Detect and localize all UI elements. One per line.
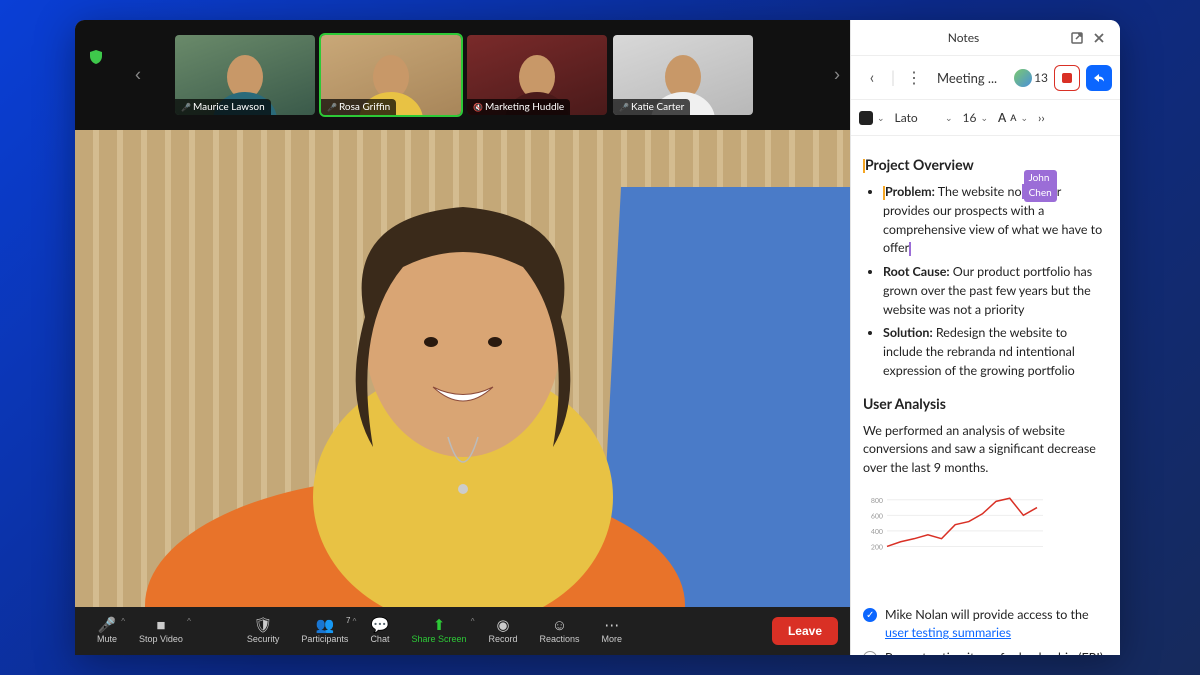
heading-user-analysis: User Analysis (863, 393, 1108, 414)
chat-button[interactable]: 💬Chat (360, 614, 399, 648)
stop-video-button[interactable]: ■Stop Video^ (129, 614, 193, 648)
doc-body[interactable]: Project Overview Problem: The website no… (851, 136, 1120, 655)
encryption-shield-icon (90, 50, 102, 67)
security-button[interactable]: 🛡Security (237, 614, 290, 648)
speaker-figure (223, 137, 703, 607)
doc-title[interactable]: Meeting ... (933, 70, 1008, 86)
task-link[interactable]: user testing summaries (885, 625, 1011, 640)
active-speaker-video[interactable] (75, 130, 850, 607)
collaborator-cursor-tag: John Chen (1024, 170, 1057, 202)
bullet-item: Solution: Redesign the website to includ… (883, 324, 1108, 380)
svg-text:200: 200 (871, 543, 883, 551)
task-checkbox[interactable] (863, 651, 877, 655)
meeting-controls: 🎤Mute^ ■Stop Video^ 🛡Security 👥Participa… (75, 607, 850, 655)
overview-bullet-list: Problem: The website noJohn Chen longer … (863, 183, 1108, 381)
task-item: Present action items for leadership (FRI… (863, 649, 1108, 655)
share-screen-button[interactable]: ⬆Share Screen^ (401, 614, 476, 648)
back-button[interactable]: ‹ (859, 65, 885, 91)
format-overflow-icon[interactable]: ›› (1038, 110, 1045, 125)
participant-thumbnail[interactable]: Katie Carter (613, 35, 753, 115)
participant-thumbnail[interactable]: Rosa Griffin (321, 35, 461, 115)
task-checkbox[interactable] (863, 608, 877, 622)
notes-panel: Notes ‹ | ⋮ Meeting ... 13 ⌄ Lato⌄ (850, 20, 1120, 655)
share-doc-button[interactable] (1086, 65, 1112, 91)
conversion-chart: 200 400 600 800 (863, 486, 1043, 586)
thumbnail-name-label: Rosa Griffin (321, 99, 396, 115)
svg-text:400: 400 (871, 528, 883, 536)
svg-text:800: 800 (871, 497, 883, 505)
font-size-select[interactable]: 16⌄ (963, 110, 988, 125)
bullet-item: Problem: The website noJohn Chen longer … (883, 183, 1108, 258)
thumbnail-name-label: Marketing Huddle (467, 99, 570, 115)
text-case-button[interactable]: AA⌄ (998, 110, 1028, 125)
participants-button[interactable]: 👥Participants7^ (291, 614, 358, 648)
participant-thumbnail[interactable]: Maurice Lawson (175, 35, 315, 115)
avatar-icon (1014, 69, 1032, 87)
participant-thumbnail[interactable]: Marketing Huddle (467, 35, 607, 115)
doc-more-icon[interactable]: ⋮ (901, 65, 927, 91)
mute-button[interactable]: 🎤Mute^ (87, 614, 127, 648)
thumbnail-strip: ‹ Maurice Lawson Rosa Griffin Marketing Hu… (75, 20, 850, 130)
more-button[interactable]: ⋯More (592, 614, 633, 648)
bullet-item: Root Cause: Our product portfolio has gr… (883, 263, 1108, 319)
app-window: ‹ Maurice Lawson Rosa Griffin Marketing Hu… (75, 20, 1120, 655)
thumbnail-name-label: Katie Carter (613, 99, 690, 115)
thumbnail-name-label: Maurice Lawson (175, 99, 271, 115)
thumbnails-prev-button[interactable]: ‹ (135, 65, 141, 86)
notes-panel-title: Notes (861, 30, 1066, 45)
task-list: Mike Nolan will provide access to the us… (863, 606, 1108, 656)
notes-header: Notes (851, 20, 1120, 56)
close-icon[interactable] (1088, 27, 1110, 49)
record-button[interactable]: ◉Record (479, 614, 528, 648)
leave-button[interactable]: Leave (772, 617, 838, 645)
font-family-select[interactable]: Lato⌄ (895, 110, 953, 125)
heading-project-overview: Project Overview (863, 154, 1108, 175)
popout-icon[interactable] (1066, 27, 1088, 49)
reactions-button[interactable]: ☺Reactions (530, 614, 590, 648)
stop-recording-button[interactable] (1054, 65, 1080, 91)
video-pane: ‹ Maurice Lawson Rosa Griffin Marketing Hu… (75, 20, 850, 655)
task-item: Mike Nolan will provide access to the us… (863, 606, 1108, 644)
notes-toolbar: ‹ | ⋮ Meeting ... 13 (851, 56, 1120, 100)
text-color-picker[interactable]: ⌄ (859, 111, 885, 125)
viewer-count[interactable]: 13 (1014, 69, 1048, 87)
analysis-paragraph: We performed an analysis of website conv… (863, 422, 1108, 478)
svg-text:600: 600 (871, 512, 883, 520)
format-toolbar: ⌄ Lato⌄ 16⌄ AA⌄ ›› (851, 100, 1120, 136)
thumbnails-next-button[interactable]: › (834, 65, 840, 86)
